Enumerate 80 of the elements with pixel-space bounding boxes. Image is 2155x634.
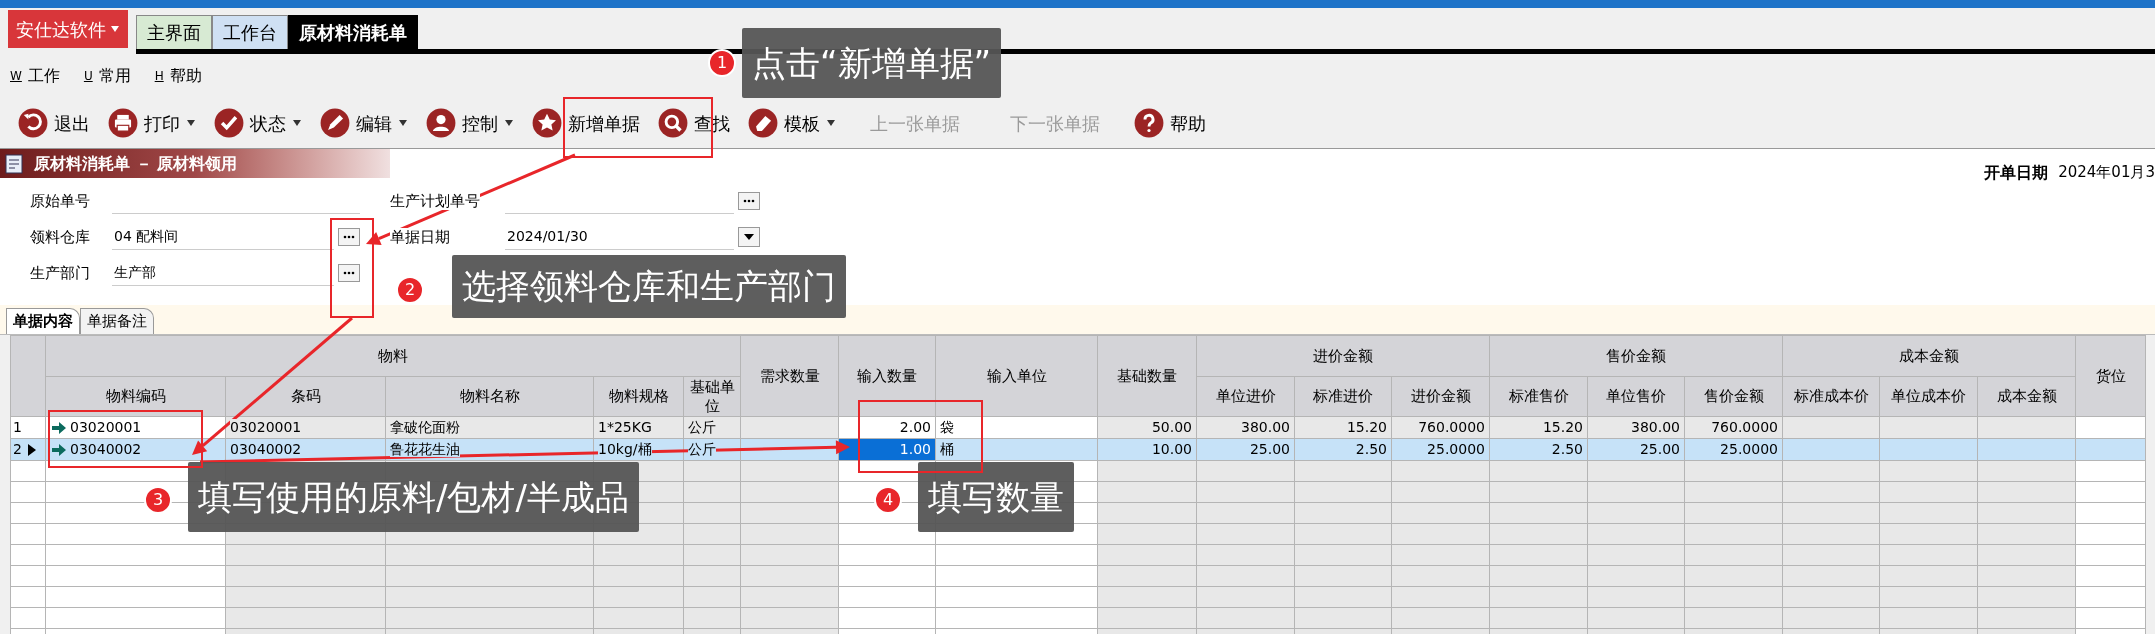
table-header-cell: 标准进价 <box>1294 376 1392 417</box>
callout: 选择领料仓库和生产部门 <box>452 255 846 318</box>
caret-icon <box>744 234 754 240</box>
ellipsis-button[interactable] <box>338 228 360 246</box>
toolbar-button[interactable]: 帮助 <box>1130 103 1210 143</box>
row-header: 2 <box>10 438 46 461</box>
help-icon <box>1134 108 1164 138</box>
menu-item[interactable]: W 工作 <box>10 64 60 88</box>
back-icon <box>18 108 48 138</box>
table-header-cell: 物料 <box>45 335 741 377</box>
tab[interactable]: 单据备注 <box>80 308 154 334</box>
toolbar-button[interactable]: 查找 <box>654 103 734 143</box>
table-header-cell: 物料规格 <box>593 376 684 417</box>
open-date-value: 2024年01月3 <box>2058 162 2155 184</box>
caret-icon <box>826 119 836 127</box>
arrow-right-icon <box>52 444 66 456</box>
toolbar-button[interactable]: 打印 <box>104 103 200 143</box>
table-header-cell: 成本金额 <box>1977 376 2076 417</box>
table-cell: 拿破伦面粉 <box>385 416 594 439</box>
toolbar-button[interactable]: 新增单据 <box>528 103 644 143</box>
table-header-cell: 输入数量 <box>838 335 936 417</box>
tab[interactable]: 原材料消耗单 <box>288 15 418 49</box>
person-icon <box>426 108 456 138</box>
printer-icon <box>108 108 138 138</box>
callout: 填写数量 <box>918 462 1074 532</box>
toolbar-button[interactable]: 控制 <box>422 103 518 143</box>
table-header-cell: 基础数量 <box>1097 335 1197 417</box>
ellipsis-icon <box>743 199 755 203</box>
caret-icon <box>398 119 408 127</box>
callout: 填写使用的原料/包材/半成品 <box>188 462 639 532</box>
callout: 点击“新增单据” <box>742 28 1002 98</box>
check-icon <box>214 108 244 138</box>
menu-item[interactable]: H 帮助 <box>154 64 202 88</box>
table-header-cell: 单位成本价 <box>1879 376 1978 417</box>
ellipsis-button[interactable] <box>338 264 360 282</box>
open-date-label: 开单日期 <box>1984 161 2049 184</box>
tab[interactable]: 工作台 <box>212 15 288 49</box>
table-header-cell: 售价金额 <box>1684 376 1783 417</box>
table-header-cell: 输入单位 <box>935 335 1098 417</box>
arrow-right-icon <box>52 422 66 434</box>
table-header-cell: 成本金额 <box>1782 335 2076 377</box>
toolbar-button[interactable]: 状态 <box>210 103 306 143</box>
ellipsis-icon <box>343 271 355 275</box>
caret-icon <box>504 119 514 127</box>
row-header: 1 <box>10 416 46 439</box>
dropdown-button[interactable] <box>738 227 760 247</box>
tab[interactable]: 单据内容 <box>6 308 80 334</box>
table-header-cell: 标准售价 <box>1489 376 1588 417</box>
caret-icon <box>110 25 120 33</box>
table-header-cell: 条码 <box>225 376 386 417</box>
caret-icon <box>292 119 302 127</box>
ellipsis-button[interactable] <box>738 192 760 210</box>
app-menu-button[interactable]: 安仕达软件 <box>8 10 128 48</box>
table-header-cell: 售价金额 <box>1489 335 1783 377</box>
search-icon <box>658 108 688 138</box>
table-header-cell: 物料名称 <box>385 376 594 417</box>
toolbar-button[interactable]: 退出 <box>14 103 94 143</box>
step-badge: 2 <box>396 276 424 304</box>
menu-item[interactable]: U 常用 <box>83 64 131 88</box>
field-label: 生产计划单号 <box>390 190 481 212</box>
pencil-icon <box>320 108 350 138</box>
toolbar-button[interactable]: 模板 <box>744 103 840 143</box>
table-header-cell: 标准成本价 <box>1782 376 1880 417</box>
toolbar-button[interactable]: 编辑 <box>316 103 412 143</box>
table-header-cell: 需求数量 <box>740 335 839 417</box>
eraser-icon <box>748 108 778 138</box>
tab[interactable]: 主界面 <box>136 15 212 49</box>
section-title: 原材料消耗单 － 原材料领用 <box>34 152 238 175</box>
table-header-cell: 单位售价 <box>1587 376 1685 417</box>
table-header-cell: 货位 <box>2075 335 2146 417</box>
table-header-cell: 单位进价 <box>1196 376 1295 417</box>
table-header-cell: 进价金额 <box>1196 335 1490 377</box>
row-pointer-icon <box>27 444 36 456</box>
caret-icon <box>186 119 196 127</box>
field-label: 原始单号 <box>30 190 91 212</box>
ellipsis-icon <box>343 235 355 239</box>
table-header-cell: 基础单位 <box>683 376 741 417</box>
field-label: 领料仓库 <box>30 226 91 248</box>
form-icon <box>4 152 26 175</box>
table-header-cell: 进价金额 <box>1391 376 1490 417</box>
